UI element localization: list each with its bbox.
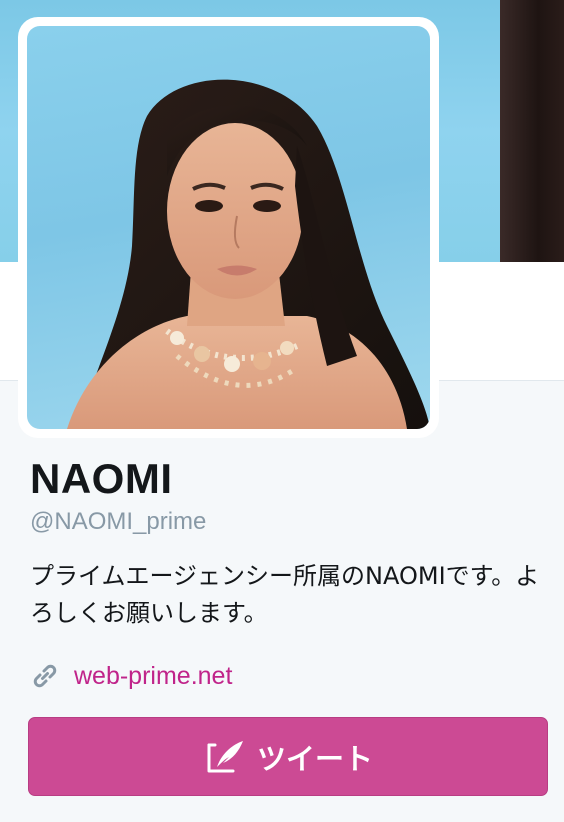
- avatar-photo: [67, 79, 430, 429]
- avatar[interactable]: [27, 26, 430, 429]
- profile-website-link[interactable]: web-prime.net: [74, 662, 232, 691]
- avatar-frame[interactable]: [18, 17, 439, 438]
- profile-website-row: web-prime.net: [30, 658, 232, 694]
- tweet-button-label: ツイート: [256, 741, 373, 776]
- profile-name[interactable]: NAOMI: [30, 455, 173, 503]
- banner-dark-edge: [500, 0, 564, 262]
- compose-quill-icon: [207, 740, 243, 772]
- tweet-button[interactable]: ツイート: [28, 717, 548, 796]
- profile-handle[interactable]: @NAOMI_prime: [30, 508, 206, 536]
- link-icon: [33, 664, 57, 688]
- profile-bio: プライムエージェンシー所属のNAOMIです。よろしくお願いします。: [30, 562, 540, 627]
